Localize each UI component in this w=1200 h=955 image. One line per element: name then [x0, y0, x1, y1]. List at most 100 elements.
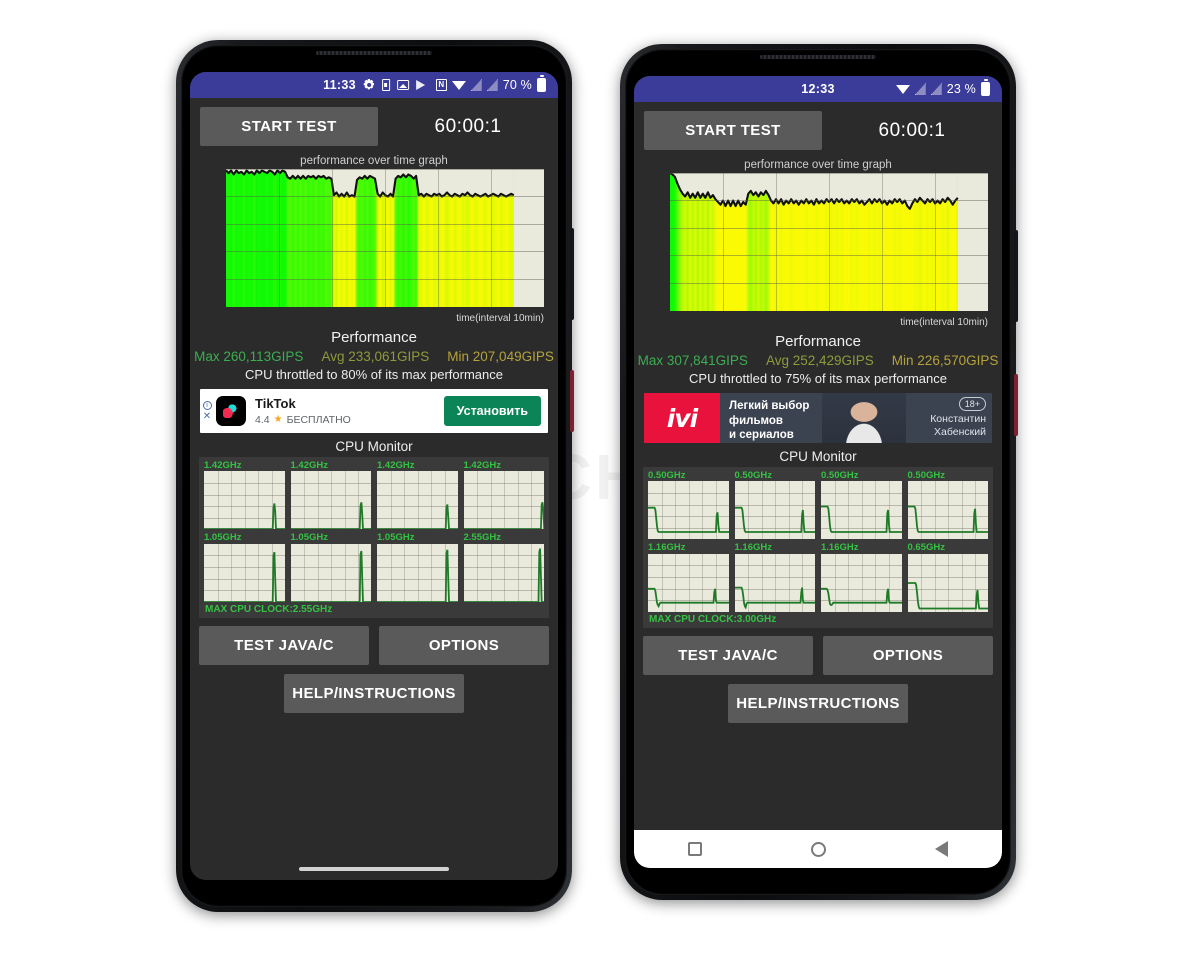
screenshot-stage: GIZCHINA 11:33 N 70 % START TEST 60:00:1…: [0, 0, 1200, 955]
cpu-core-plot: [648, 481, 729, 540]
performance-min: Min 207,049GIPS: [447, 349, 554, 364]
ad-title: TikTok: [255, 396, 296, 412]
ad-banner-tiktok[interactable]: i ✕ TikTok 4.4 ★ БЕСПЛАТНО Установить: [200, 389, 548, 433]
battery-icon: [981, 79, 990, 96]
cpu-core-frequency: 1.42GHz: [290, 460, 329, 471]
cpu-core-frequency: 0.50GHz: [821, 470, 859, 481]
status-bar-left: 11:33 N 70 %: [190, 72, 558, 98]
cpu-core-curve: [648, 507, 729, 534]
test-timer: 60:00:1: [878, 119, 946, 141]
status-right-group: 23 %: [895, 79, 990, 96]
ad-rating: 4.4: [255, 413, 270, 426]
nfc-icon: N: [435, 79, 447, 91]
start-test-button[interactable]: START TEST: [644, 111, 822, 150]
cpu-core-cell: 1.16GHz: [648, 542, 729, 612]
performance-heading: Performance: [331, 329, 417, 346]
graph-grid: [670, 173, 988, 311]
performance-min: Min 226,570GIPS: [891, 353, 999, 368]
performance-avg: Avg 233,061GIPS: [321, 349, 430, 364]
recents-square-icon[interactable]: [688, 842, 703, 856]
battery-percent: 70 %: [502, 78, 532, 92]
cpu-core-grid: 1.42GHz 1.42GHz 1.42GHz 1.42GHz 1.05GHz 1.05G…: [204, 460, 544, 602]
gesture-bar[interactable]: [299, 867, 449, 871]
cpu-core-plot: [290, 543, 371, 602]
cpu-core-curve: [463, 548, 544, 602]
power-button-left[interactable]: [570, 370, 574, 432]
cpu-core-cell: 1.05GHz: [290, 532, 371, 602]
cpu-core-frequency: 1.42GHz: [204, 460, 242, 471]
close-icon[interactable]: ✕: [203, 411, 211, 422]
cpu-core-cell: 2.55GHz: [463, 532, 544, 602]
cpu-core-plot: [734, 553, 815, 612]
cpu-core-curve: [907, 506, 988, 534]
earpiece-speaker-left: [316, 51, 432, 55]
volume-button-left[interactable]: [570, 228, 574, 320]
cpu-core-curve: [648, 587, 729, 609]
performance-avg: Avg 252,429GIPS: [765, 353, 874, 368]
graph-plot-area: 100%80%60%40%20%0: [226, 169, 544, 307]
earpiece-speaker-right: [760, 55, 876, 59]
cpu-core-plot: [821, 553, 902, 612]
test-java-c-button[interactable]: TEST JAVA/C: [643, 635, 813, 675]
cpu-core-cell: 1.05GHz: [204, 532, 285, 602]
cpu-core-frequency: 1.16GHz: [734, 542, 773, 554]
cpu-core-plot: [290, 471, 371, 530]
status-left-group: 11:33: [323, 78, 425, 92]
help-instructions-button[interactable]: HELP/INSTRUCTIONS: [284, 673, 464, 713]
info-icon[interactable]: i: [202, 400, 212, 410]
help-instructions-button[interactable]: HELP/INSTRUCTIONS: [728, 683, 908, 723]
performance-graph-left: performance over time graph 100%80%60%40…: [190, 153, 558, 325]
phone-left: 11:33 N 70 % START TEST 60:00:1 performa…: [176, 40, 574, 912]
signal-icon: [914, 83, 926, 95]
signal-icon: [470, 79, 482, 91]
cpu-core-plot: [463, 471, 544, 530]
test-java-c-button[interactable]: TEST JAVA/C: [199, 625, 369, 665]
cpu-core-curve: [907, 581, 988, 610]
phone-screen-left: 11:33 N 70 % START TEST 60:00:1 performa…: [190, 72, 558, 880]
status-clock: 11:33: [323, 78, 356, 92]
cpu-core-frequency: 1.42GHz: [377, 460, 415, 471]
ad-marks[interactable]: i ✕: [200, 400, 214, 422]
cpu-core-curve: [377, 504, 458, 530]
cpu-core-curve: [463, 502, 544, 530]
ad-subtitle: 4.4 ★ БЕСПЛАТНО: [255, 414, 444, 426]
back-triangle-icon[interactable]: [934, 841, 948, 857]
sim-icon: [381, 79, 390, 91]
ivi-wordmark: ivi: [666, 403, 698, 433]
toolbar-right: START TEST 60:00:1: [634, 102, 1002, 157]
cpu-core-curve: [377, 549, 458, 602]
options-button[interactable]: OPTIONS: [379, 625, 549, 665]
ad-price: БЕСПЛАТНО: [286, 413, 351, 426]
cpu-core-cell: 1.42GHz: [463, 460, 544, 530]
performance-summary-left: Performance Max 260,113GIPS Avg 233,061G…: [190, 329, 558, 382]
performance-summary-right: Performance Max 307,841GIPS Avg 252,429G…: [634, 333, 1002, 386]
cpu-core-curve: [290, 550, 371, 602]
wifi-icon: [895, 84, 910, 95]
signal-icon: [486, 79, 498, 91]
ad-banner-ivi[interactable]: ivi Легкий выбор фильмов и сериалов 18+ …: [644, 393, 992, 443]
ad-install-button[interactable]: Установить: [443, 396, 541, 426]
volume-button-right[interactable]: [1014, 230, 1018, 322]
start-test-button[interactable]: START TEST: [200, 107, 378, 146]
cpu-core-frequency: 1.16GHz: [648, 542, 686, 554]
cpu-core-plot: [907, 553, 988, 612]
cpu-core-plot: [204, 471, 285, 530]
graph-plot-area: 100%80%60%40%20%0: [670, 173, 988, 311]
cpu-core-curve: [204, 503, 285, 530]
cpu-core-plot: [648, 553, 729, 612]
cpu-core-cell: 1.42GHz: [204, 460, 285, 530]
cpu-core-plot: [463, 543, 544, 602]
battery-icon: [537, 75, 546, 92]
app-content-right: START TEST 60:00:1 performance over time…: [634, 102, 1002, 723]
home-circle-icon[interactable]: [810, 841, 826, 857]
cpu-core-frequency: 1.42GHz: [463, 460, 502, 471]
power-button-right[interactable]: [1014, 374, 1018, 436]
options-button[interactable]: OPTIONS: [823, 635, 993, 675]
cpu-core-cell: 1.42GHz: [290, 460, 371, 530]
cpu-core-frequency: 1.05GHz: [377, 532, 415, 544]
test-timer: 60:00:1: [434, 115, 502, 137]
ad-text: TikTok 4.4 ★ БЕСПЛАТНО: [255, 396, 444, 425]
signal-icon: [930, 83, 942, 95]
cpu-max-clock: MAX CPU CLOCK:3.00GHz: [649, 613, 777, 625]
cpu-core-cell: 0.50GHz: [821, 470, 902, 540]
